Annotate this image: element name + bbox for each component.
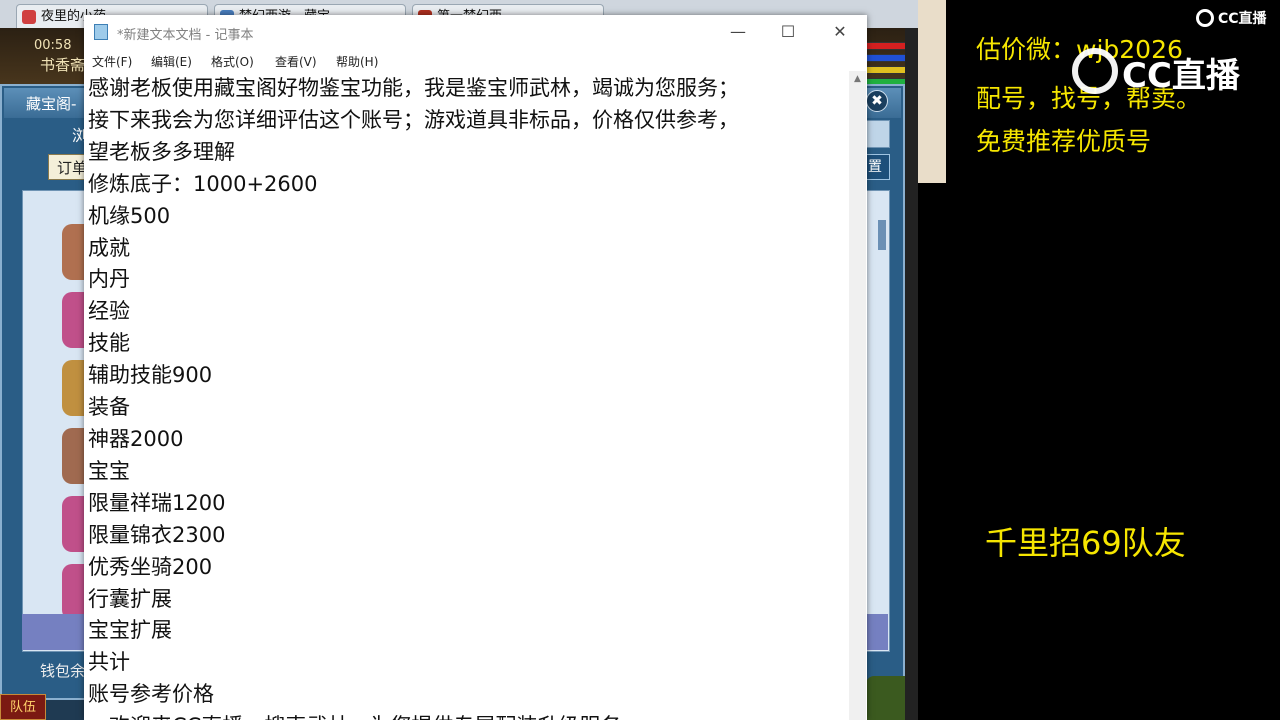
text-line: ，欢迎来CC直播，搜索武林，为您提供专属配装升级服务 xyxy=(88,711,848,720)
character-avatar[interactable] xyxy=(62,224,84,280)
character-avatar[interactable] xyxy=(62,428,84,484)
menu-view[interactable]: 查看(V) xyxy=(275,53,317,70)
menu-help[interactable]: 帮助(H) xyxy=(336,53,378,70)
panel-title: 藏宝阁- xyxy=(26,95,77,113)
text-line: 限量祥瑞1200 xyxy=(88,490,226,515)
maximize-button[interactable]: ☐ xyxy=(765,15,811,48)
text-line: 成就 xyxy=(88,235,130,260)
minimize-button[interactable]: — xyxy=(715,15,761,48)
text-editor-area[interactable]: 感谢老板使用藏宝阁好物鉴宝功能，我是鉴宝师武林，竭诚为您服务； 接下来我会为您详细… xyxy=(88,73,848,720)
text-line: 限量锦衣2300 xyxy=(88,522,226,547)
menu-bar: 文件(F) 编辑(E) 格式(O) 查看(V) 帮助(H) xyxy=(84,49,867,71)
character-avatar[interactable] xyxy=(62,360,84,416)
wallet-label: 钱包余 xyxy=(40,662,86,680)
menu-format[interactable]: 格式(O) xyxy=(211,53,254,70)
text-line: 望老板多多理解 xyxy=(88,139,235,164)
game-favicon-icon xyxy=(22,10,36,24)
game-side-strip xyxy=(905,28,918,720)
team-button[interactable]: 队伍 xyxy=(0,694,46,720)
character-avatar[interactable] xyxy=(62,496,84,552)
list-scrollbar[interactable] xyxy=(878,220,886,250)
vertical-scrollbar[interactable]: ▲ xyxy=(849,71,866,720)
overlay-recruit: 千里招69队友 xyxy=(985,524,1186,562)
notepad-icon xyxy=(94,24,108,40)
text-line: 修炼底子：1000+2600 xyxy=(88,171,318,196)
text-line: 感谢老板使用藏宝阁好物鉴宝功能，我是鉴宝师武林，竭诚为您服务； xyxy=(88,76,739,100)
character-avatar[interactable] xyxy=(62,564,84,620)
close-button[interactable]: ✕ xyxy=(817,15,863,48)
text-line: 宝宝 xyxy=(88,458,130,483)
scroll-up-icon[interactable]: ▲ xyxy=(849,71,866,88)
panel-close-button[interactable]: ✖ xyxy=(866,90,888,112)
cc-logo-small: CC直播 xyxy=(1218,11,1267,27)
character-avatar[interactable] xyxy=(62,292,84,348)
menu-edit[interactable]: 编辑(E) xyxy=(151,53,192,70)
text-line: 接下来我会为您详细评估这个账号；游戏道具非标品，价格仅供参考， xyxy=(88,107,739,132)
text-line: 优秀坐骑200 xyxy=(88,554,213,579)
text-line: 共计 xyxy=(88,650,130,675)
menu-file[interactable]: 文件(F) xyxy=(92,53,132,70)
game-time: 00:58 xyxy=(34,38,72,53)
cc-watermark: CC直播 xyxy=(1122,56,1240,96)
text-line: 神器2000 xyxy=(88,426,184,451)
overlay-recommend: 免费推荐优质号 xyxy=(976,127,1152,156)
text-line: 内丹 xyxy=(88,267,130,292)
text-line: 行囊扩展 xyxy=(88,586,172,611)
text-line: 机缘500 xyxy=(88,203,171,228)
text-line: 经验 xyxy=(88,299,130,324)
notepad-titlebar[interactable]: *新建文本文档 - 记事本 — ☐ ✕ xyxy=(84,15,867,48)
text-line: 技能 xyxy=(88,331,130,356)
game-location: 书香斋 xyxy=(40,56,86,74)
text-line: 账号参考价格 xyxy=(88,682,214,707)
text-line: 装备 xyxy=(88,395,130,420)
webcam-feed xyxy=(918,0,946,183)
notepad-window: *新建文本文档 - 记事本 — ☐ ✕ 文件(F) 编辑(E) 格式(O) 查看… xyxy=(84,15,867,720)
text-line: 宝宝扩展 xyxy=(88,618,172,643)
text-line: 辅助技能900 xyxy=(88,363,213,388)
game-corner-decoration xyxy=(866,676,906,720)
window-title: *新建文本文档 - 记事本 xyxy=(117,28,254,43)
